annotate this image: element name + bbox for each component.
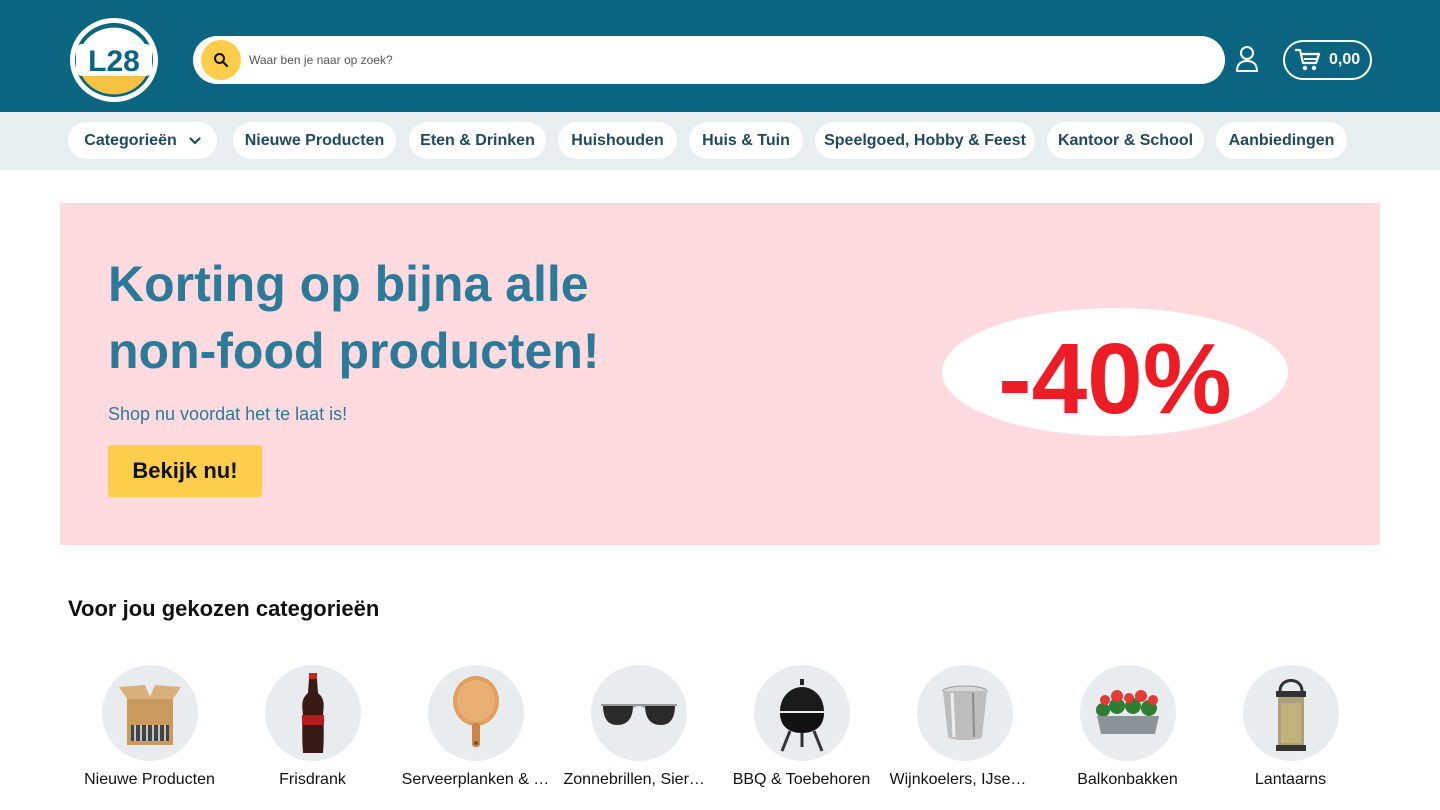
planter-icon [1095,690,1159,734]
category-card-wijnkoelers[interactable]: Wijnkoelers, IJsem… [883,665,1046,789]
bbq-icon [779,679,824,752]
site-header: L28 0,00 [0,0,1440,112]
cart-icon [1295,48,1321,71]
category-card-bbq[interactable]: BBQ & Toebehoren [720,665,883,789]
category-label: BBQ & Toebehoren [732,771,871,788]
category-image [753,665,850,761]
nav-item-speelgoed-hobby-feest[interactable]: Speelgoed, Hobby & Feest [815,122,1035,159]
category-card-nieuwe-producten[interactable]: Nieuwe Producten [68,665,231,789]
nav-item-kantoor-school[interactable]: Kantoor & School [1047,122,1204,159]
search-icon [214,53,229,68]
category-card-balkonbakken[interactable]: Balkonbakken [1046,665,1209,789]
category-label: Zonnebrillen, Siera… [563,771,714,788]
bottle-icon [301,673,324,753]
board-icon [452,676,499,747]
category-label: Nieuwe Producten [84,771,215,788]
chevron-down-icon [189,136,201,145]
category-image [590,665,687,761]
site-logo[interactable]: L28 [68,16,160,104]
search-bar [193,36,1225,84]
sunglasses-icon [600,704,677,725]
discount-badge: -40% [942,308,1288,436]
category-label: Balkonbakken [1077,771,1178,788]
discount-badge-text: -40% [998,323,1231,435]
category-image [101,665,198,761]
search-button[interactable] [201,40,241,80]
category-image [1242,665,1339,761]
category-label: Wijnkoelers, IJsem… [889,771,1040,788]
user-icon [1236,46,1258,72]
nav-item-nieuwe-producten[interactable]: Nieuwe Producten [233,122,396,159]
logo-graphic: L28 [70,18,158,102]
banner-cta-button[interactable]: Bekijk nu! [108,445,262,497]
promo-banner[interactable]: Korting op bijna alle non-food producten… [60,203,1380,545]
search-input[interactable] [249,36,1209,84]
categories-dropdown-label: Categorieën [84,131,177,149]
category-label: Frisdrank [279,771,346,788]
category-card-serveerplanken[interactable]: Serveerplanken & … [394,665,557,789]
category-navbar: Categorieën Nieuwe Producten Eten & Drin… [0,112,1440,170]
nav-item-aanbiedingen[interactable]: Aanbiedingen [1216,122,1347,159]
category-image [264,665,361,761]
banner-title: Korting op bijna alle non-food producten… [108,256,600,379]
nav-item-huishouden[interactable]: Huishouden [558,122,677,159]
cart-button[interactable]: 0,00 [1283,40,1372,80]
category-image [916,665,1013,761]
category-card-lantaarns[interactable]: Lantaarns [1209,665,1372,789]
category-card-frisdrank[interactable]: Frisdrank [231,665,394,789]
category-label: Lantaarns [1254,771,1327,788]
category-image [1079,665,1176,761]
section-title: Voor jou gekozen categorieën [68,596,380,621]
category-label: Serveerplanken & … [401,771,550,788]
nav-item-eten-drinken[interactable]: Eten & Drinken [409,122,546,159]
category-card-zonnebrillen[interactable]: Zonnebrillen, Siera… [557,665,720,789]
cart-total: 0,00 [1329,51,1361,68]
category-image [427,665,524,761]
banner-subtitle: Shop nu voordat het te laat is! [108,404,348,424]
account-button[interactable] [1233,44,1261,74]
svg-text:L28: L28 [88,45,140,78]
ice-bucket-icon [942,685,987,740]
box-icon [118,685,181,745]
nav-item-huis-tuin[interactable]: Huis & Tuin [689,122,803,159]
categories-dropdown[interactable]: Categorieën [68,122,217,159]
lantern-icon [1275,679,1306,751]
